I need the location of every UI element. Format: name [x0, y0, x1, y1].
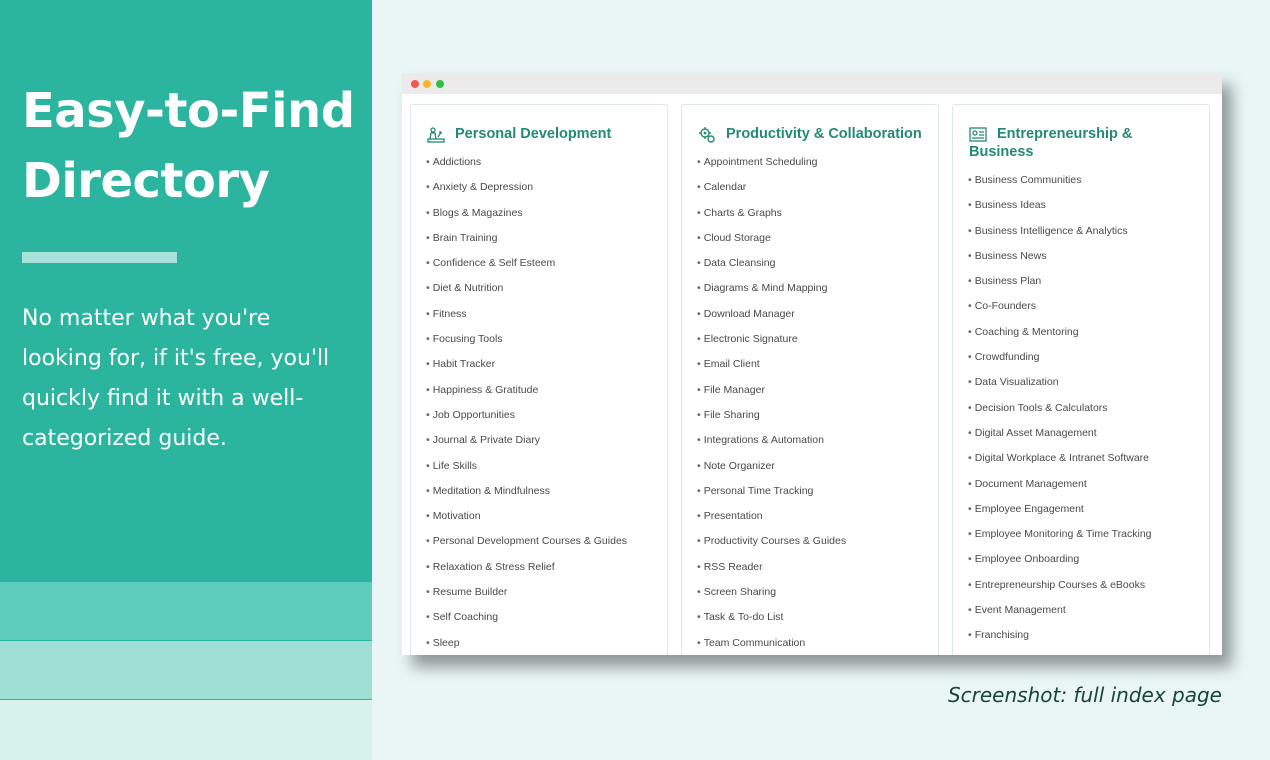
category-personal-development: Personal Development AddictionsAnxiety &…: [410, 104, 668, 655]
screenshot-caption: Screenshot: full index page: [947, 683, 1222, 707]
category-entrepreneurship-business: Entrepreneurship & Business Business Com…: [952, 104, 1210, 655]
category-link[interactable]: Personal Development Courses & Guides: [426, 529, 667, 554]
category-link[interactable]: File Manager: [697, 378, 938, 403]
category-link[interactable]: Happiness & Gratitude: [426, 378, 667, 403]
category-link[interactable]: Meditation & Mindfulness: [426, 479, 667, 504]
category-link[interactable]: Addictions: [426, 150, 667, 175]
category-title-text: Business: [969, 144, 1034, 160]
category-title-text: Productivity & Collaboration: [726, 126, 922, 142]
category-productivity-collaboration: Productivity & Collaboration Appointment…: [681, 104, 939, 655]
category-title[interactable]: Productivity & Collaboration: [682, 105, 938, 143]
category-link[interactable]: File Sharing: [697, 403, 938, 428]
category-link[interactable]: Cloud Storage: [697, 226, 938, 251]
category-link[interactable]: Download Manager: [697, 302, 938, 327]
decorative-stripe: [0, 700, 372, 760]
maximize-dot-icon[interactable]: [436, 80, 444, 88]
category-link[interactable]: Entrepreneurship Courses & eBooks: [968, 573, 1209, 598]
category-link[interactable]: Employee Onboarding: [968, 547, 1209, 572]
category-link[interactable]: Productivity Courses & Guides: [697, 529, 938, 554]
category-link[interactable]: Life Skills: [426, 454, 667, 479]
category-link[interactable]: Digital Asset Management: [968, 421, 1209, 446]
category-link[interactable]: Relaxation & Stress Relief: [426, 555, 667, 580]
minimize-dot-icon[interactable]: [423, 80, 431, 88]
category-title[interactable]: Personal Development: [411, 105, 667, 143]
category-link[interactable]: Employee Monitoring & Time Tracking: [968, 522, 1209, 547]
decorative-stripe: [0, 641, 372, 699]
category-link[interactable]: Task & To-do List: [697, 605, 938, 630]
category-link[interactable]: Employee Engagement: [968, 497, 1209, 522]
category-link[interactable]: Charts & Graphs: [697, 201, 938, 226]
category-link[interactable]: RSS Reader: [697, 555, 938, 580]
category-link[interactable]: Team Communication: [697, 631, 938, 655]
category-link[interactable]: Coaching & Mentoring: [968, 320, 1209, 345]
category-link[interactable]: Data Visualization: [968, 370, 1209, 395]
category-link[interactable]: Business Ideas: [968, 193, 1209, 218]
category-link[interactable]: Business Communities: [968, 168, 1209, 193]
category-link[interactable]: Appointment Scheduling: [697, 150, 938, 175]
category-link[interactable]: Email Client: [697, 352, 938, 377]
category-link[interactable]: Diet & Nutrition: [426, 276, 667, 301]
category-item-list: Business CommunitiesBusiness IdeasBusine…: [953, 161, 1209, 649]
category-link[interactable]: Brain Training: [426, 226, 667, 251]
category-link[interactable]: Business Intelligence & Analytics: [968, 219, 1209, 244]
category-link[interactable]: Job Opportunities: [426, 403, 667, 428]
category-link[interactable]: Anxiety & Depression: [426, 175, 667, 200]
category-link[interactable]: Calendar: [697, 175, 938, 200]
category-item-list: Appointment SchedulingCalendarCharts & G…: [682, 143, 938, 655]
business-dashboard-icon: [969, 127, 987, 142]
decorative-stripe: [0, 582, 372, 640]
category-link[interactable]: Decision Tools & Calculators: [968, 396, 1209, 421]
category-link[interactable]: Diagrams & Mind Mapping: [697, 276, 938, 301]
category-item-list: AddictionsAnxiety & DepressionBlogs & Ma…: [411, 143, 667, 655]
hero-panel: Easy-to-Find Directory No matter what yo…: [0, 0, 372, 760]
category-link[interactable]: Note Organizer: [697, 454, 938, 479]
category-link[interactable]: Motivation: [426, 504, 667, 529]
category-title-text: Entrepreneurship &: [997, 126, 1133, 142]
person-growth-icon: [427, 127, 445, 143]
category-link[interactable]: Habit Tracker: [426, 352, 667, 377]
divider-bar: [22, 252, 177, 263]
category-link[interactable]: Franchising: [968, 623, 1209, 648]
category-link[interactable]: Co-Founders: [968, 294, 1209, 319]
category-link[interactable]: Data Cleansing: [697, 251, 938, 276]
category-link[interactable]: Document Management: [968, 472, 1209, 497]
category-link[interactable]: Crowdfunding: [968, 345, 1209, 370]
category-link[interactable]: Event Management: [968, 598, 1209, 623]
headline-line-2: Directory: [22, 153, 270, 209]
headline-line-1: Easy-to-Find: [22, 83, 355, 139]
category-title[interactable]: Entrepreneurship & Business: [953, 105, 1209, 161]
category-link[interactable]: Focusing Tools: [426, 327, 667, 352]
category-link[interactable]: Integrations & Automation: [697, 428, 938, 453]
category-link[interactable]: Business Plan: [968, 269, 1209, 294]
window-titlebar: [402, 73, 1222, 94]
category-link[interactable]: Blogs & Magazines: [426, 201, 667, 226]
category-link[interactable]: Digital Workplace & Intranet Software: [968, 446, 1209, 471]
hero-description: No matter what you're looking for, if it…: [22, 306, 330, 451]
category-link[interactable]: Resume Builder: [426, 580, 667, 605]
category-link[interactable]: Confidence & Self Esteem: [426, 251, 667, 276]
category-title-text: Personal Development: [455, 126, 612, 142]
category-link[interactable]: Presentation: [697, 504, 938, 529]
category-link[interactable]: Business News: [968, 244, 1209, 269]
browser-window-screenshot: Personal Development AddictionsAnxiety &…: [402, 73, 1222, 655]
category-link[interactable]: Journal & Private Diary: [426, 428, 667, 453]
category-link[interactable]: Sleep: [426, 631, 667, 655]
gears-icon: [699, 127, 715, 143]
close-dot-icon[interactable]: [411, 80, 419, 88]
category-link[interactable]: Electronic Signature: [697, 327, 938, 352]
category-link[interactable]: Self Coaching: [426, 605, 667, 630]
hero-headline: Easy-to-Find Directory: [22, 76, 367, 216]
category-link[interactable]: Screen Sharing: [697, 580, 938, 605]
category-link[interactable]: Personal Time Tracking: [697, 479, 938, 504]
category-link[interactable]: Fitness: [426, 302, 667, 327]
